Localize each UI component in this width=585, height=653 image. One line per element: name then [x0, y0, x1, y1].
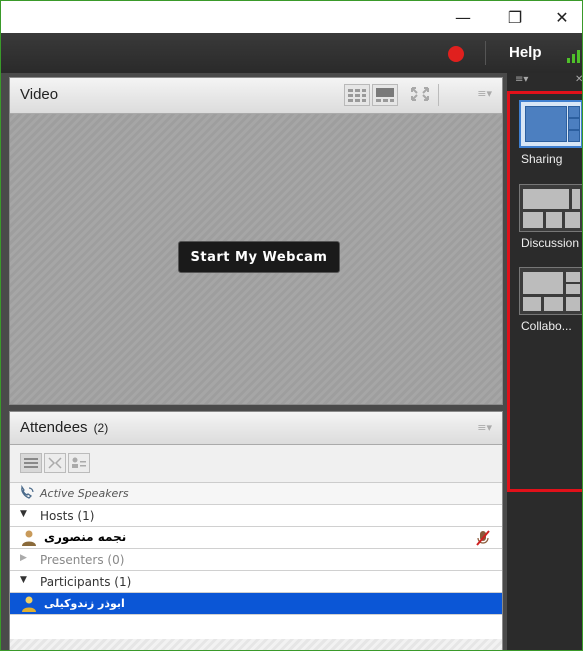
attendees-toolbar — [10, 445, 502, 483]
fullscreen-icon[interactable] — [408, 84, 434, 106]
list-view-icon[interactable] — [20, 453, 42, 473]
attendees-pod: Attendees (2) ≡▾ Active Speakers ▼ Hosts … — [9, 411, 503, 650]
app-window: — ❐ ✕ Help Video ≡▾ Start My Webcam Atte… — [0, 0, 583, 651]
host-attendee-row[interactable]: نجمه منصوری — [10, 527, 502, 549]
presenters-group-row[interactable]: ▶ Presenters (0) — [10, 549, 502, 571]
presenters-group-label: Presenters (0) — [40, 553, 125, 567]
attendees-title-text: Attendees — [20, 419, 88, 436]
hosts-group-row[interactable]: ▼ Hosts (1) — [10, 505, 502, 527]
breakout-view-icon[interactable] — [44, 453, 66, 473]
app-toolbar — [1, 33, 582, 73]
layout-sharing-thumbnail[interactable] — [519, 100, 582, 148]
video-pod-header: Video ≡▾ — [10, 78, 502, 114]
header-divider — [438, 84, 439, 106]
video-pod-menu-icon[interactable]: ≡▾ — [477, 87, 492, 100]
toolbar-divider — [485, 41, 486, 65]
host-name: نجمه منصوری — [44, 530, 127, 544]
restore-button[interactable]: ❐ — [493, 1, 537, 33]
connection-signal-icon — [567, 45, 582, 63]
start-webcam-button[interactable]: Start My Webcam — [178, 241, 340, 273]
active-speakers-label: Active Speakers — [40, 487, 129, 500]
layouts-menu-icon[interactable]: ≡▾ — [515, 74, 528, 85]
chevron-right-icon: ▶ — [20, 553, 27, 563]
participants-group-row[interactable]: ▼ Participants (1) — [10, 571, 502, 593]
filmstrip-view-icon[interactable] — [372, 84, 398, 106]
video-pod: Video ≡▾ Start My Webcam — [9, 77, 503, 405]
attendees-pod-menu-icon[interactable]: ≡▾ — [477, 421, 492, 434]
status-view-icon[interactable] — [68, 453, 90, 473]
attendees-count: (2) — [93, 421, 109, 435]
layouts-close-icon[interactable]: ✕ — [575, 74, 582, 85]
chevron-down-icon: ▼ — [20, 575, 27, 585]
layout-discussion-label: Discussion — [521, 236, 580, 250]
participant-attendee-row[interactable]: ابوذر زندوکیلی — [10, 593, 502, 615]
layout-discussion-thumbnail[interactable] — [519, 184, 582, 232]
active-speakers-row[interactable]: Active Speakers — [10, 483, 502, 505]
grid-view-icon[interactable] — [344, 84, 370, 106]
attendees-empty-area — [10, 639, 502, 650]
video-pod-title: Video — [20, 86, 59, 103]
participants-group-label: Participants (1) — [40, 575, 132, 589]
video-area: Start My Webcam — [10, 114, 502, 404]
participant-name: ابوذر زندوکیلی — [44, 597, 125, 610]
participant-user-icon — [20, 595, 38, 616]
attendees-pod-header: Attendees (2) ≡▾ — [10, 412, 502, 445]
attendees-pod-title: Attendees (2) — [20, 419, 108, 436]
hosts-group-label: Hosts (1) — [40, 509, 95, 523]
help-menu[interactable]: Help — [509, 44, 542, 61]
layout-collaboration-thumbnail[interactable] — [519, 267, 582, 315]
phone-icon — [18, 484, 36, 504]
close-button[interactable]: ✕ — [540, 1, 582, 33]
record-icon[interactable] — [448, 46, 464, 62]
layout-collaboration-label: Collabo... — [521, 319, 572, 333]
microphone-muted-icon[interactable] — [475, 529, 491, 550]
minimize-button[interactable]: — — [441, 1, 485, 33]
layout-sharing-label: Sharing — [521, 152, 563, 166]
window-titlebar: — ❐ ✕ — [1, 1, 582, 33]
host-user-icon — [20, 529, 38, 550]
chevron-down-icon: ▼ — [20, 509, 27, 519]
